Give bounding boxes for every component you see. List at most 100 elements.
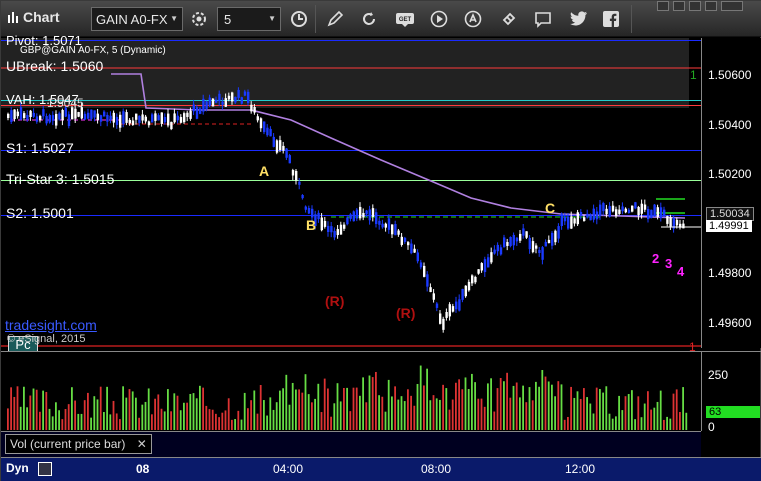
- symbol-input[interactable]: GAIN A0-FX ▼: [91, 7, 183, 31]
- volume-study-label[interactable]: Vol (current price bar) ✕: [5, 434, 152, 454]
- time-axis[interactable]: Dyn 08 04:00 08:00 12:00: [1, 457, 761, 481]
- maximize-icon[interactable]: [673, 1, 685, 11]
- price-candle: [650, 209, 653, 218]
- volume-bar: [627, 394, 630, 430]
- comment-icon[interactable]: [531, 7, 555, 31]
- symbol-settings-icon[interactable]: [187, 7, 211, 31]
- restore-icon[interactable]: [657, 1, 669, 11]
- price-candle: [336, 229, 339, 236]
- volume-bar: [51, 416, 54, 430]
- volume-bar: [288, 404, 291, 430]
- price-candle: [359, 206, 362, 219]
- time-tick: 04:00: [273, 462, 304, 476]
- price-candle: [522, 228, 525, 236]
- price-candle: [16, 111, 19, 117]
- price-candle: [410, 243, 413, 254]
- volume-bar: [359, 395, 361, 430]
- price-candle: [618, 209, 621, 214]
- brand-link[interactable]: tradesight.com: [5, 317, 97, 333]
- twitter-icon[interactable]: [567, 7, 591, 31]
- refresh-icon[interactable]: [357, 7, 381, 31]
- price-tick: 1.50600: [708, 68, 752, 82]
- volume-bar: [435, 398, 438, 430]
- price-candle: [173, 113, 176, 123]
- volume-bar: [589, 403, 592, 430]
- volume-bar: [339, 401, 342, 430]
- volume-bar: [83, 400, 86, 430]
- price-candle: [327, 225, 330, 233]
- price-candle: [23, 113, 26, 118]
- volume-canvas[interactable]: [1, 352, 701, 432]
- facebook-icon[interactable]: [599, 7, 623, 31]
- price-candle: [83, 113, 87, 120]
- interval-input[interactable]: 5 ▼: [217, 7, 281, 31]
- volume-bar: [231, 419, 233, 430]
- price-candle: [647, 209, 650, 220]
- s2-level-label: S2: 1.5001: [6, 205, 74, 221]
- volume-bar: [490, 378, 492, 430]
- volume-bar: [410, 395, 412, 430]
- volume-bar: [80, 413, 83, 430]
- price-chart[interactable]: Pivot: 1.5071 GBP@GAIN A0-FX, 5 (Dynamic…: [1, 33, 701, 354]
- volume-bar: [611, 418, 614, 430]
- price-candle: [279, 140, 282, 151]
- volume-bar: [551, 384, 553, 430]
- price-candle: [407, 242, 410, 246]
- price-candle: [387, 218, 391, 230]
- price-candle: [253, 107, 256, 113]
- volume-bar: [253, 390, 256, 430]
- volume-bar: [368, 375, 371, 430]
- volume-axis[interactable]: 250 0 63: [701, 351, 761, 434]
- price-candle: [375, 212, 378, 224]
- price-candle: [224, 98, 227, 107]
- price-candle: [99, 115, 103, 122]
- price-candle: [266, 127, 269, 136]
- volume-bar: [109, 414, 112, 430]
- volume-bar: [461, 389, 464, 430]
- volume-bar: [506, 372, 508, 430]
- volume-bar: [531, 400, 534, 430]
- window-menu-icon[interactable]: [689, 1, 701, 11]
- price-candle: [621, 206, 624, 212]
- price-candle: [87, 112, 90, 119]
- chevron-down-icon[interactable]: ▼: [170, 14, 178, 23]
- volume-bar: [573, 397, 576, 430]
- price-candle: [179, 117, 183, 123]
- price-candle: [29, 110, 32, 118]
- chevron-down-icon[interactable]: ▼: [268, 14, 276, 23]
- price-candle: [509, 236, 512, 247]
- price-candle: [675, 219, 679, 226]
- price-chart-canvas[interactable]: [1, 38, 701, 348]
- volume-pane[interactable]: [1, 351, 701, 431]
- volume-bar: [227, 398, 230, 430]
- draw-pencil-icon[interactable]: [323, 7, 347, 31]
- link-chart-icon[interactable]: [38, 462, 52, 476]
- price-candle: [195, 107, 199, 119]
- close-icon[interactable]: ✕: [137, 437, 147, 451]
- volume-bar: [243, 392, 246, 430]
- price-candle: [259, 118, 263, 129]
- alert-icon[interactable]: [461, 7, 485, 31]
- price-candle: [525, 231, 528, 238]
- price-candle: [167, 113, 170, 126]
- volume-bar: [237, 410, 240, 430]
- volume-bar: [538, 386, 540, 430]
- dynamic-label[interactable]: Dyn: [6, 461, 29, 475]
- clock-icon[interactable]: [287, 7, 311, 31]
- time-tick: 08: [136, 462, 150, 476]
- price-candle: [355, 209, 359, 219]
- volume-bar: [346, 387, 348, 430]
- window-title-text: Chart: [23, 9, 60, 25]
- play-icon[interactable]: [427, 7, 451, 31]
- get-data-icon[interactable]: GET: [393, 7, 417, 31]
- link-icon[interactable]: [497, 7, 521, 31]
- close-icon[interactable]: [721, 1, 743, 11]
- volume-tick: 250: [708, 368, 729, 382]
- minimize-icon[interactable]: [705, 1, 717, 11]
- price-axis[interactable]: 1.50600 1.50400 1.50200 1.49800 1.49600 …: [701, 38, 761, 348]
- volume-bar: [423, 385, 425, 430]
- price-candle: [243, 91, 247, 96]
- price-candle: [451, 306, 455, 312]
- volume-bar: [544, 376, 547, 430]
- volume-bar: [512, 385, 515, 430]
